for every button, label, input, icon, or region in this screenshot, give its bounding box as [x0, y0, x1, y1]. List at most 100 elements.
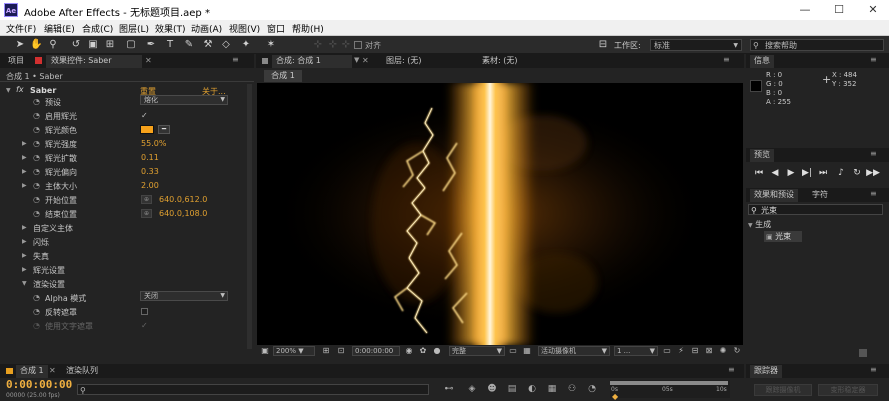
motion-blur-icon[interactable]: ◐	[526, 384, 538, 395]
reset-exposure-icon[interactable]: ↻	[732, 346, 742, 356]
composition-mini-flowchart-icon[interactable]: ⊷	[443, 384, 455, 395]
close-tab-icon[interactable]: ✕	[362, 56, 369, 65]
tab-composition[interactable]: 合成: 合成 1	[272, 55, 352, 68]
fast-preview-icon[interactable]: ⚡	[676, 346, 686, 356]
glow-spread-value[interactable]: 0.11	[141, 153, 159, 162]
stopwatch-icon[interactable]: ◔	[33, 97, 40, 106]
axis-local-icon[interactable]: ⊹	[312, 39, 324, 51]
group-row-flicker[interactable]: ▶ 闪烁	[0, 235, 248, 249]
effects-category-generate[interactable]: ▼ 生成	[748, 219, 771, 230]
tab-effect-controls[interactable]: 效果控件: Saber	[46, 55, 142, 68]
axis-world-icon[interactable]: ⊹	[327, 39, 339, 51]
always-preview-icon[interactable]: ▣	[260, 346, 270, 356]
alpha-mode-dropdown[interactable]: 关闭 ▼	[140, 291, 228, 301]
transparency-grid-icon[interactable]: ▦	[522, 346, 532, 356]
next-frame-icon[interactable]: ▶|	[800, 166, 814, 180]
panel-menu-icon[interactable]: ≡	[723, 55, 730, 64]
stopwatch-icon[interactable]: ◔	[33, 321, 40, 330]
eyedropper-icon[interactable]: ━	[158, 125, 170, 134]
tab-project[interactable]: 项目	[8, 55, 24, 68]
pen-tool-icon[interactable]: ✒	[145, 39, 157, 51]
use-text-mask-checkbox[interactable]: ✓	[141, 321, 148, 330]
time-ruler[interactable]: 0s 05s 10s ◆	[610, 380, 730, 401]
exposure-icon[interactable]: ✺	[718, 346, 728, 356]
expand-triangle-icon[interactable]: ▶	[22, 224, 27, 231]
safe-zones-icon[interactable]: ⊞	[321, 346, 331, 356]
close-tab-icon[interactable]: ✕	[49, 366, 56, 375]
stopwatch-icon[interactable]: ◔	[33, 307, 40, 316]
effects-search-input[interactable]: ⚲ 光束	[748, 204, 883, 215]
brainstorm-icon[interactable]: ▦	[546, 384, 558, 395]
snapshot-icon[interactable]: ◉	[404, 346, 414, 356]
toggle-pixel-aspect-icon[interactable]: ▭	[662, 346, 672, 356]
composition-dropdown-icon[interactable]: ▼	[354, 56, 359, 64]
color-channel-icon[interactable]: ●	[432, 346, 442, 356]
track-camera-button[interactable]: 跟踪摄像机	[754, 384, 812, 396]
expand-triangle-icon[interactable]: ▶	[22, 154, 27, 161]
group-row-distortion[interactable]: ▶ 失真	[0, 249, 248, 263]
expand-triangle-icon[interactable]: ▶	[22, 168, 27, 175]
stopwatch-icon[interactable]: ◔	[33, 153, 40, 162]
stopwatch-icon[interactable]: ◔	[33, 125, 40, 134]
shy-layers-icon[interactable]: ☻	[486, 384, 498, 395]
current-time-display[interactable]: 0:00:00:00	[352, 346, 400, 356]
region-of-interest-icon[interactable]: ▭	[508, 346, 518, 356]
stopwatch-icon[interactable]: ◔	[33, 181, 40, 190]
fit-icon[interactable]: ⊡	[336, 346, 346, 356]
panel-menu-icon[interactable]: ≡	[870, 149, 877, 158]
expand-triangle-icon[interactable]: ▶	[22, 266, 27, 273]
maximize-button[interactable]: ☐	[824, 0, 854, 20]
roto-brush-tool-icon[interactable]: ✦	[240, 39, 252, 51]
panel-menu-icon[interactable]: ≡	[728, 365, 735, 374]
panel-menu-icon[interactable]: ≡	[232, 55, 239, 64]
start-position-value[interactable]: 640.0,612.0	[159, 195, 207, 204]
menu-edit[interactable]: 编辑(E)	[44, 22, 75, 35]
expand-triangle-icon[interactable]: ▶	[22, 140, 27, 147]
tab-render-queue[interactable]: 渲染队列	[66, 365, 98, 378]
panel-menu-icon[interactable]: ≡	[870, 55, 877, 64]
expand-triangle-icon[interactable]: ▶	[22, 238, 27, 245]
glow-color-swatch[interactable]	[140, 125, 154, 134]
last-frame-icon[interactable]: ⏭	[816, 166, 830, 180]
zoom-tool-icon[interactable]: ⚲	[47, 39, 59, 51]
preset-dropdown[interactable]: 熔化 ▼	[140, 95, 228, 105]
loop-icon[interactable]: ↻	[850, 166, 864, 180]
group-row-render-settings[interactable]: ▼ 渲染设置	[0, 277, 248, 291]
tab-timeline-comp[interactable]: 合成 1	[16, 365, 48, 378]
panel-menu-icon[interactable]: ≡	[870, 365, 877, 374]
camera-select[interactable]: 活动摄像机 ▼	[538, 346, 610, 356]
tab-footage[interactable]: 素材: (无)	[482, 55, 517, 68]
mask-tool-icon[interactable]: ▢	[125, 39, 137, 51]
brush-tool-icon[interactable]: ✎	[183, 39, 195, 51]
eraser-tool-icon[interactable]: ◇	[220, 39, 232, 51]
invert-mask-checkbox[interactable]	[141, 308, 148, 315]
menu-composition[interactable]: 合成(C)	[82, 22, 113, 35]
menu-animation[interactable]: 动画(A)	[191, 22, 222, 35]
play-icon[interactable]: ▶	[784, 166, 798, 180]
ram-preview-icon[interactable]: ▶▶	[866, 166, 880, 180]
expand-triangle-icon[interactable]: ▼	[6, 87, 11, 94]
stopwatch-icon[interactable]: ◔	[33, 209, 40, 218]
crosshair-icon[interactable]: ⊕	[141, 195, 152, 204]
audio-icon[interactable]: ♪	[834, 166, 848, 180]
selection-tool-icon[interactable]: ➤	[14, 39, 26, 51]
timeline-timecode[interactable]: 0:00:00:00	[6, 378, 72, 391]
stopwatch-icon[interactable]: ◔	[33, 167, 40, 176]
lock-icon[interactable]	[35, 57, 42, 64]
expand-triangle-icon[interactable]: ▶	[22, 182, 27, 189]
composition-viewer[interactable]: ↖	[257, 83, 743, 345]
graph-editor-icon[interactable]: ⚇	[566, 384, 578, 395]
stopwatch-icon[interactable]: ◔	[33, 139, 40, 148]
comp-nav-tab[interactable]: 合成 1	[264, 70, 302, 82]
auto-keyframe-icon[interactable]: ◔	[586, 384, 598, 395]
menu-help[interactable]: 帮助(H)	[292, 22, 324, 35]
close-button[interactable]: ✕	[858, 0, 888, 20]
draft-3d-icon[interactable]: ◈	[466, 384, 478, 395]
scrollbar[interactable]	[247, 84, 252, 349]
stopwatch-icon[interactable]: ◔	[33, 111, 40, 120]
tab-tracker[interactable]: 跟踪器	[750, 365, 782, 378]
tab-layer[interactable]: 图层: (无)	[386, 55, 421, 68]
rotate-tool-icon[interactable]: ↺	[70, 39, 82, 51]
tab-info[interactable]: 信息	[750, 55, 774, 68]
workspace-select[interactable]: 标准 ▼	[650, 39, 742, 51]
